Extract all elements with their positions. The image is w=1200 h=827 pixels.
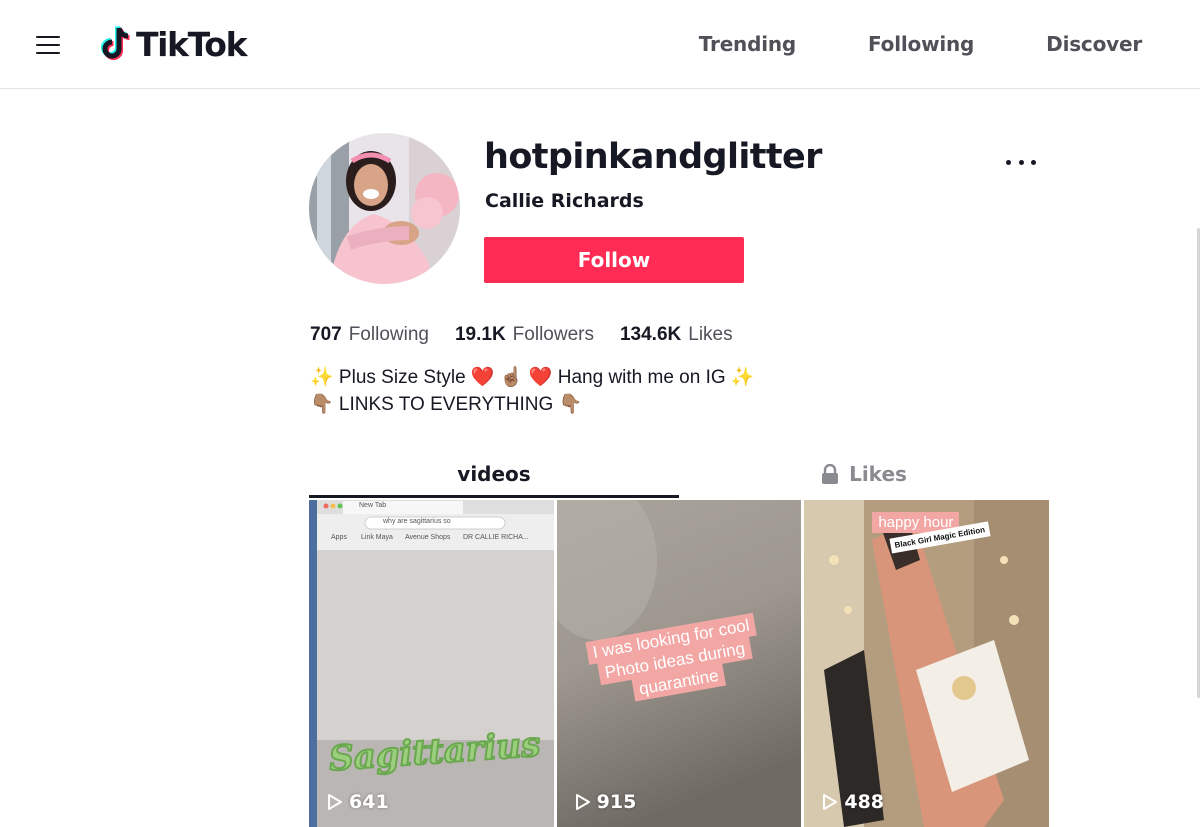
play-icon — [328, 794, 342, 810]
stat-followers-label: Followers — [512, 324, 594, 345]
video-card-3[interactable]: happy hour Black Girl Magic Edition 488 — [804, 500, 1050, 827]
profile-stats: 707 Following 19.1K Followers 134.6K Lik… — [310, 324, 733, 346]
more-options-icon[interactable] — [1004, 150, 1038, 174]
play-icon — [823, 794, 838, 810]
tiktok-note-icon — [101, 25, 130, 60]
profile-username: hotpinkandglitter — [484, 137, 822, 177]
nav-discover[interactable]: Discover — [1046, 32, 1142, 56]
profile-display-name: Callie Richards — [485, 190, 644, 212]
bookmark-3: Avenue Shops — [405, 534, 451, 541]
nav-following[interactable]: Following — [868, 32, 974, 56]
stat-likes: 134.6K Likes — [620, 324, 733, 346]
video-grid: New Tab why are sagittarius so Apps Link… — [309, 500, 1050, 827]
video-card-1[interactable]: New Tab why are sagittarius so Apps Link… — [309, 500, 554, 827]
bookmark-2: Link Maya — [361, 534, 393, 541]
stat-followers[interactable]: 19.1K Followers — [455, 324, 594, 346]
video-thumbnail-3 — [804, 500, 1050, 827]
top-nav: Trending Following Discover — [699, 32, 1142, 56]
view-count-value-1: 641 — [349, 791, 389, 813]
bio-line-1: ✨ Plus Size Style ❤️ ☝🏽 ❤️ Hang with me … — [310, 367, 755, 388]
play-icon — [575, 794, 590, 810]
video-card-2[interactable]: I was looking for cool Photo ideas durin… — [556, 500, 802, 827]
profile-bio: ✨ Plus Size Style ❤️ ☝🏽 ❤️ Hang with me … — [310, 364, 755, 418]
browser-tab-title: New Tab — [359, 502, 387, 509]
nav-trending[interactable]: Trending — [699, 32, 796, 56]
lock-icon — [822, 464, 839, 484]
view-count-2: 915 — [575, 791, 637, 813]
tiktok-logo[interactable]: TikTok — [98, 24, 248, 64]
avatar[interactable] — [309, 133, 460, 284]
stat-likes-count: 134.6K — [619, 324, 682, 345]
stat-likes-label: Likes — [688, 324, 733, 345]
content-tabs: videos Likes — [309, 450, 1049, 498]
avatar-photo — [309, 133, 460, 284]
bookmark-4: DR CALLIE RICHA... — [463, 534, 529, 541]
active-tab-indicator — [309, 495, 679, 498]
hamburger-menu-icon[interactable] — [36, 34, 62, 54]
tab-likes-label: Likes — [849, 462, 907, 486]
view-count-3: 488 — [822, 791, 884, 813]
browser-url-text: why are sagittarius so — [383, 518, 451, 525]
stat-following-count: 707 — [310, 324, 342, 345]
bio-line-2: 👇🏽 LINKS TO EVERYTHING 👇🏽 — [310, 394, 583, 415]
stat-followers-count: 19.1K — [454, 324, 506, 345]
view-count-value-3: 488 — [844, 791, 885, 813]
view-count-1: 641 — [327, 791, 389, 813]
follow-button[interactable]: Follow — [484, 237, 744, 283]
bookmark-1: Apps — [331, 534, 347, 541]
logo-text: TikTok — [136, 24, 248, 64]
stat-following[interactable]: 707 Following — [310, 324, 429, 346]
stat-following-label: Following — [348, 324, 429, 345]
view-count-value-2: 915 — [596, 791, 637, 813]
top-header: TikTok Trending Following Discover — [0, 0, 1200, 89]
tab-videos-label: videos — [457, 462, 531, 486]
tab-likes[interactable]: Likes — [679, 450, 1049, 498]
tab-videos[interactable]: videos — [309, 450, 679, 498]
